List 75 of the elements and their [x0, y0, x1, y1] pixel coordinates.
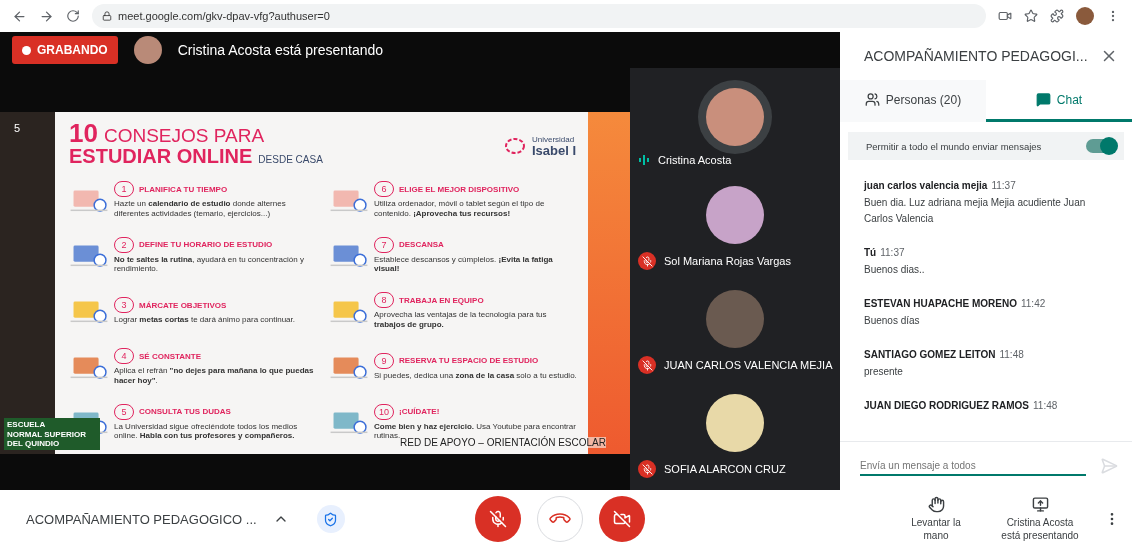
extensions-icon[interactable]: [1050, 9, 1064, 23]
address-bar[interactable]: meet.google.com/gkv-dpav-vfg?authuser=0: [92, 4, 986, 28]
message-sender: JUAN DIEGO RODRIGUEZ RAMOS 11:48: [864, 400, 1059, 411]
panel-title: ACOMPAÑAMIENTO PEDAGOGI...: [864, 48, 1088, 64]
message-sender: ESTEVAN HUAPACHE MORENO 11:42: [864, 298, 1047, 309]
people-icon: [864, 92, 880, 107]
meeting-title[interactable]: ACOMPAÑAMIENTO PEDAGOGICO ...: [26, 511, 257, 527]
tip-text: Establece descansos y cúmplelos. ¡Evita la fatiga visual!: [374, 254, 554, 274]
present-screen-icon: [1031, 496, 1049, 513]
tip-heading: PLANIFICA TU TIEMPO: [139, 184, 228, 194]
back-icon[interactable]: [12, 8, 27, 24]
tip-text: Hazte un calendario de estudio donde alternes diferentes actividades (temario, ejercicios...): [114, 199, 287, 219]
slide-title-number: 10: [69, 120, 98, 146]
tip-heading: CONSULTA TUS DUDAS: [139, 407, 231, 417]
message-text: Buenos dias..: [864, 263, 926, 277]
tip-heading: RESERVA TU ESPACIO DE ESTUDIO: [399, 356, 539, 366]
lock-icon: [102, 11, 112, 21]
star-icon[interactable]: [1024, 9, 1038, 23]
university-name: Isabel I: [531, 143, 576, 157]
forward-icon[interactable]: [39, 8, 54, 24]
slide-title: ESTUDIAR ONLINE: [69, 146, 253, 166]
tip-heading: ¡CUÍDATE!: [399, 407, 440, 417]
tip-text: Si puedes, dedica una zona de la casa solo a tu estudio.: [374, 370, 578, 381]
message-text: Buenos días: [864, 314, 921, 328]
toggle-switch[interactable]: [1086, 139, 1116, 153]
university-name: Universidad: [531, 135, 576, 144]
tip-heading: ELIGE EL MEJOR DISPOSITIVO: [399, 184, 520, 194]
slide-title: CONSEJOS PARA: [103, 126, 265, 145]
tip-heading: DEFINE TU HORARIO DE ESTUDIO: [139, 240, 273, 250]
message-sender: juan carlos valencia mejia 11:37: [864, 180, 1017, 191]
toggle-label: Permitir a todo el mundo enviar mensajes: [866, 140, 1042, 152]
participant-name: Sol Mariana Rojas Vargas: [664, 255, 791, 267]
tip-text: Utiliza ordenador, móvil o tablet según el tipo de contenido. ¡Aprovecha tus recursos!: [374, 199, 546, 219]
microphone-off-icon: [488, 510, 507, 528]
tip-text: La Universidad sigue ofreciéndote todos los medios online. Habla con tus profesores y compañeros.: [114, 421, 299, 441]
camera-off-icon: [612, 510, 631, 528]
message-text: presente: [864, 365, 904, 379]
participant-avatar: [706, 186, 764, 244]
page-number: 5: [13, 121, 22, 134]
panel-tab[interactable]: Personas (20): [840, 80, 986, 122]
tip-text: No te saltes la rutina, ayudará en tu concentración y rendimiento.: [114, 254, 305, 274]
tip-text: Lograr metas cortas te dará ánimo para continuar.: [114, 315, 296, 325]
tip-heading: DESCANSA: [399, 240, 444, 250]
microphone-button[interactable]: [474, 496, 521, 542]
tip-heading: MÁRCATE OBJETIVOS: [139, 300, 227, 310]
message-text: Buen dia. Luz adriana mejia Mejia acudiente Juan Carlos Valencia: [864, 196, 1087, 226]
presenting-button[interactable]: Cristina Acosta está presentando: [990, 495, 1090, 543]
tip-heading: TRABAJA EN EQUIPO: [399, 295, 484, 305]
presenter-text: Cristina Acosta está presentando: [177, 42, 384, 58]
university-logo-icon: [503, 137, 526, 155]
tip-heading: SÉ CONSTANTE: [139, 351, 202, 361]
profile-avatar[interactable]: [1076, 7, 1094, 25]
participant-name: Cristina Acosta: [658, 154, 732, 166]
school-logo: ESCUELA NORMAL SUPERIOR DEL QUINDIO: [4, 418, 100, 450]
hand-icon: [927, 496, 945, 513]
reload-icon[interactable]: [66, 9, 80, 23]
participant-name: JUAN CARLOS VALENCIA MEJIA: [664, 359, 833, 371]
presenter-avatar: [133, 36, 162, 64]
shield-icon[interactable]: [316, 505, 345, 533]
audio-level-icon: [638, 154, 650, 166]
url-text: meet.google.com/gkv-dpav-vfg?authuser=0: [118, 10, 330, 22]
raise-hand-button[interactable]: Levantar la mano: [896, 495, 976, 543]
recording-badge: GRABANDO: [12, 36, 118, 64]
participant-name: SOFIA ALARCON CRUZ: [664, 463, 786, 475]
chat-icon: [1035, 92, 1051, 107]
hang-up-button[interactable]: [536, 496, 583, 542]
message-sender: SANTIAGO GOMEZ LEITON 11:48: [864, 349, 1025, 360]
message-sender: Tú 11:37: [864, 247, 906, 258]
camera-button[interactable]: [598, 496, 645, 542]
slide-caption: RED DE APOYO – ORIENTACIÓN ESCOLAR: [400, 437, 606, 448]
camera-icon[interactable]: [998, 9, 1012, 23]
participant-avatar: [706, 394, 764, 452]
tip-text: Aprovecha las ventajas de la tecnología para tus trabajos de grupo.: [374, 310, 548, 330]
tip-text: Aplica el refrán "no dejes para mañana lo que puedas hacer hoy".: [114, 366, 315, 386]
slide-subtitle: DESDE CASA: [258, 154, 323, 165]
